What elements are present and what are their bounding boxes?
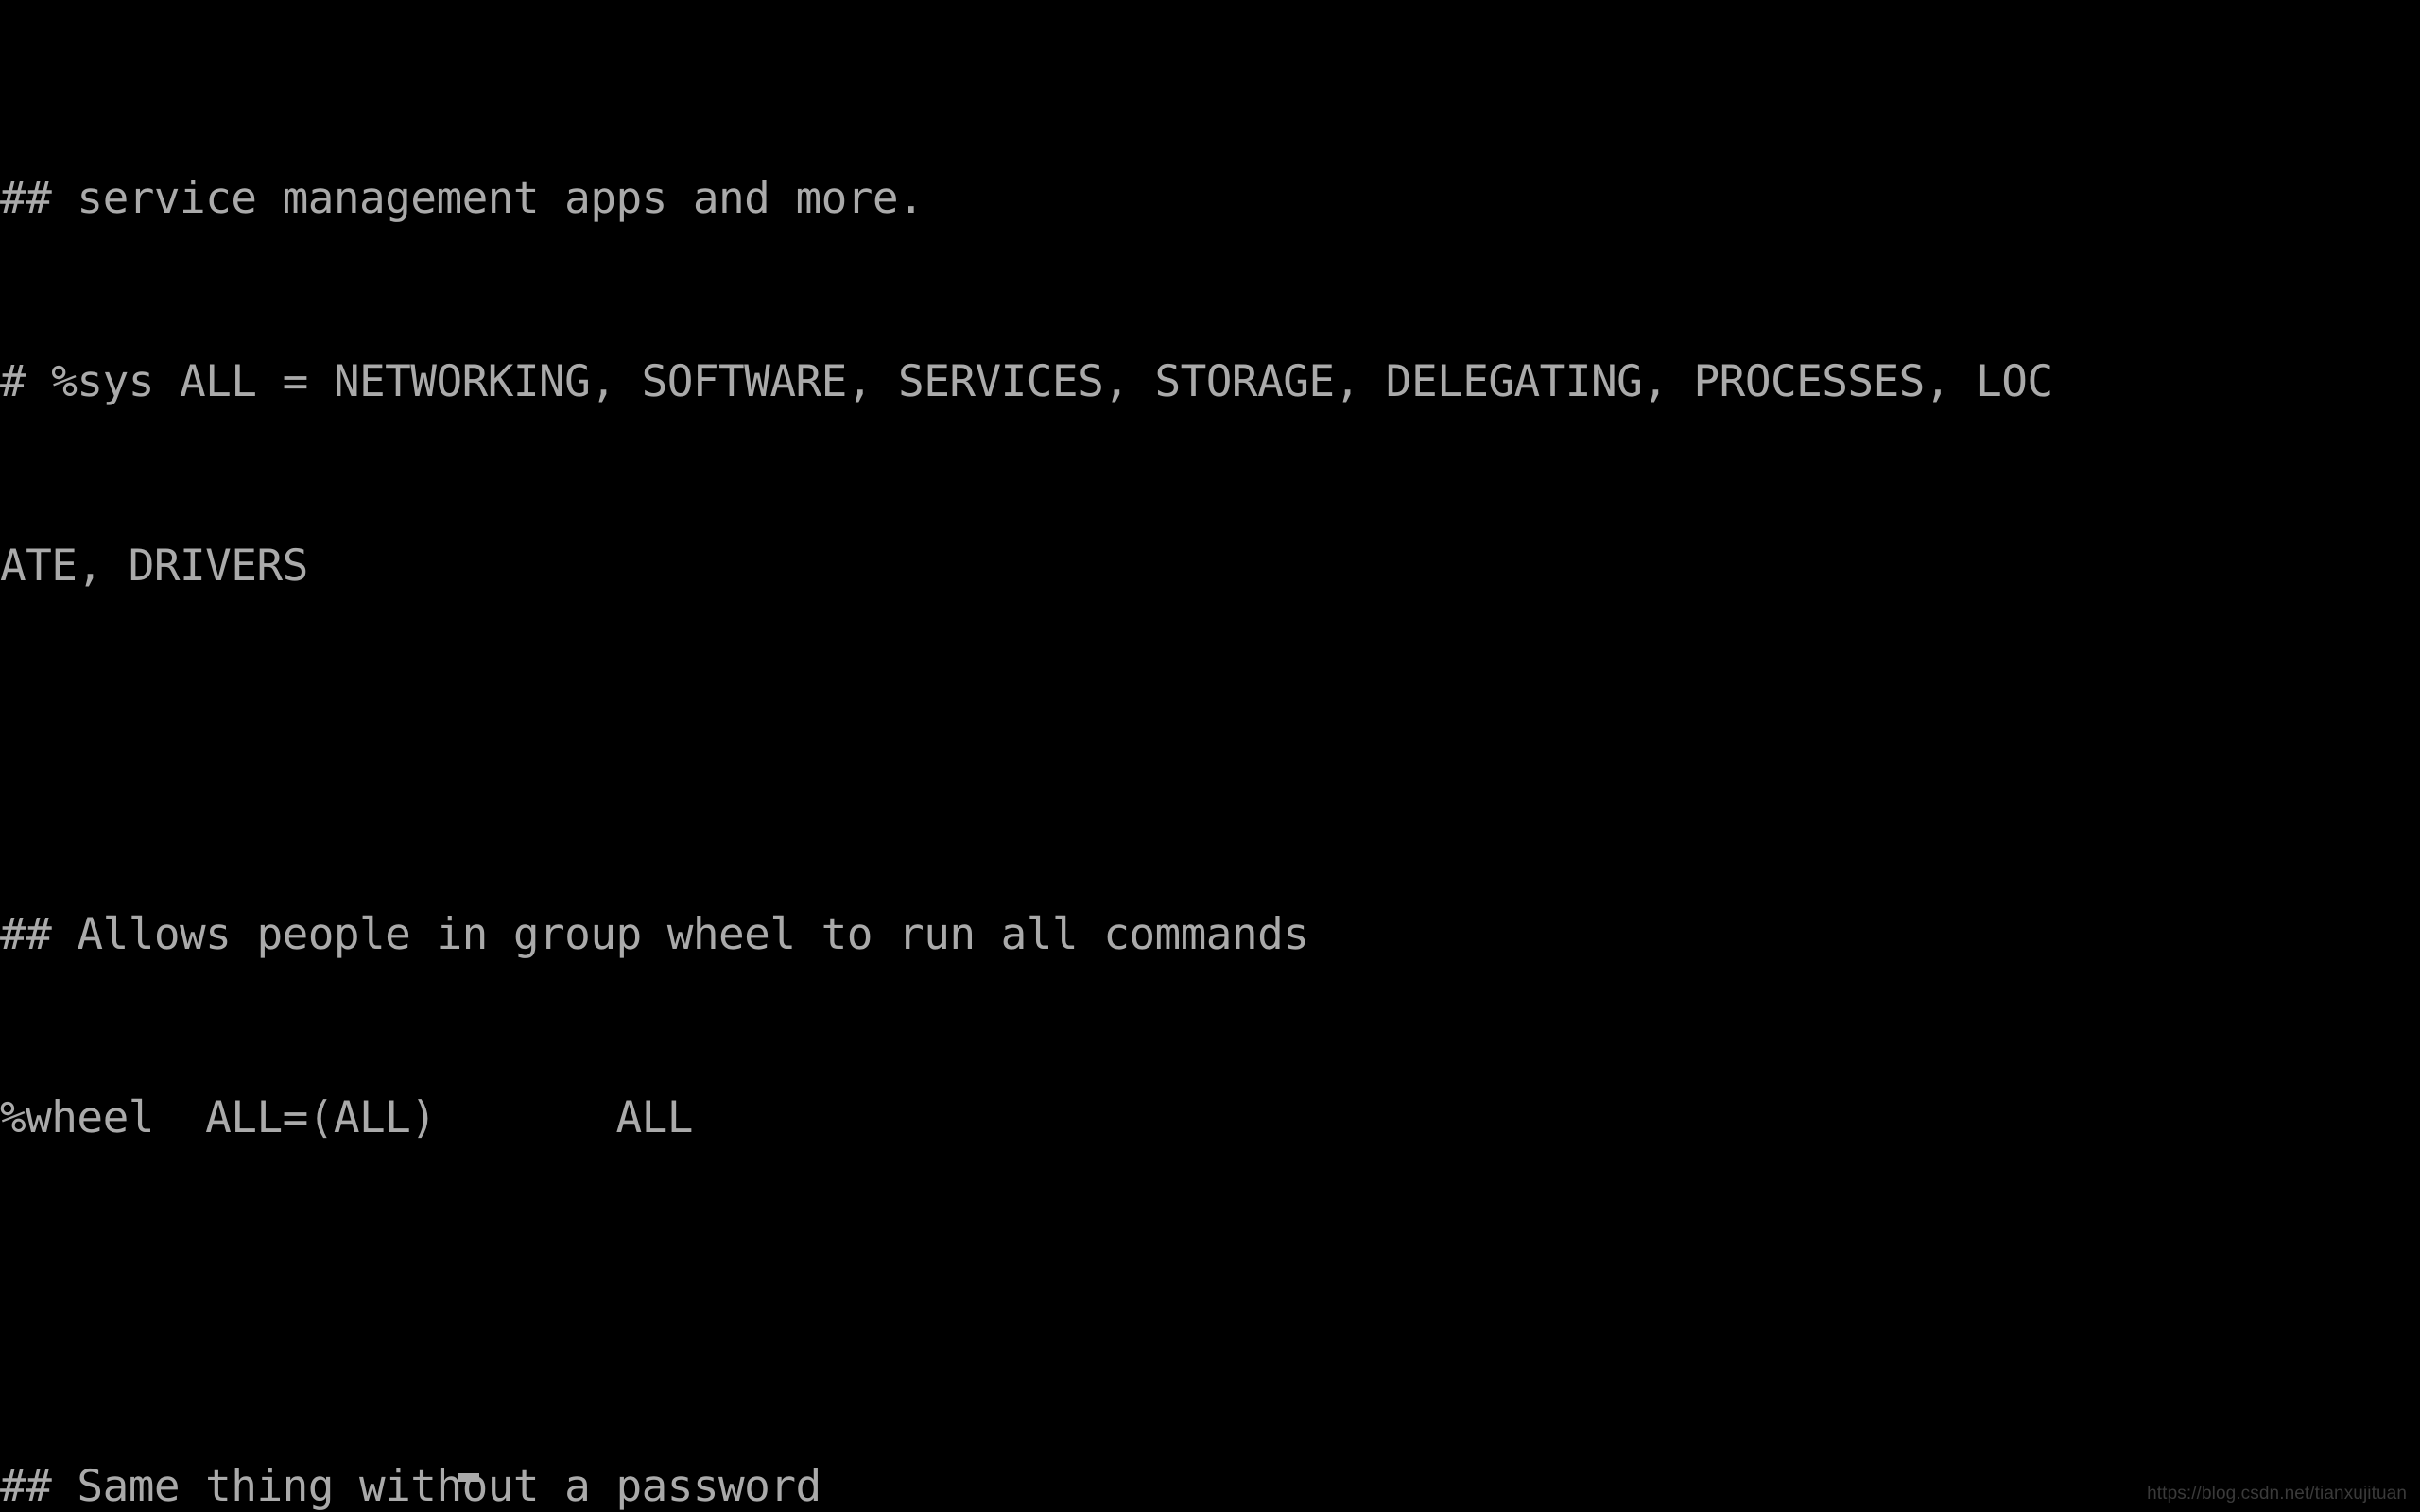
- terminal-line: ## Same thing without a password: [0, 1459, 821, 1511]
- terminal-console-screen[interactable]: ## service management apps and more. # %…: [0, 0, 2420, 1512]
- terminal-line: ## service management apps and more.: [0, 171, 925, 223]
- terminal-text-buffer[interactable]: ## service management apps and more. # %…: [0, 0, 2420, 1512]
- terminal-line: %wheel ALL=(ALL) ALL: [0, 1091, 693, 1143]
- blog-watermark: https://blog.csdn.net/tianxujituan: [2147, 1484, 2407, 1503]
- terminal-line: ATE, DRIVERS: [0, 540, 308, 592]
- terminal-cursor: [458, 1473, 479, 1482]
- terminal-line: ## Allows people in group wheel to run a…: [0, 907, 1309, 959]
- terminal-line: # %sys ALL = NETWORKING, SOFTWARE, SERVI…: [0, 355, 2053, 407]
